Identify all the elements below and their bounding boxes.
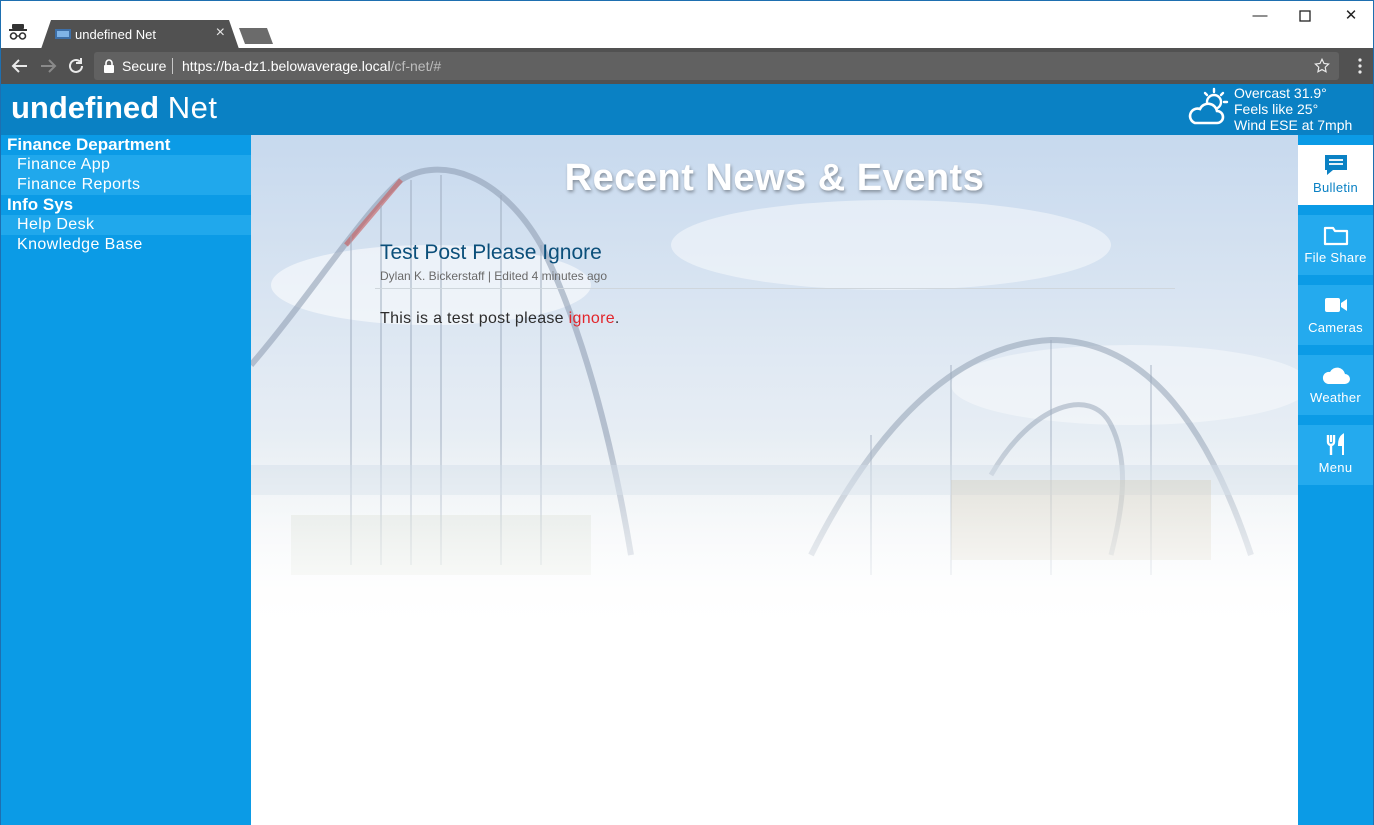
new-tab-button[interactable] — [239, 28, 273, 44]
url-host: https://ba-dz1.belowaverage.local — [182, 58, 391, 74]
post-body: This is a test post please ignore. — [380, 310, 1175, 328]
weather-condition: Overcast 31.9° — [1234, 85, 1327, 101]
post-divider — [375, 288, 1175, 289]
sidebar-item-finance-app[interactable]: Finance App — [1, 155, 251, 175]
comment-icon — [1324, 155, 1347, 175]
brand-light: Net — [167, 90, 218, 125]
news-post: Test Post Please Ignore Dylan K. Bickers… — [375, 241, 1175, 328]
browser-toolbar: Secure https://ba-dz1.belowaverage.local… — [0, 48, 1374, 84]
tab-close-icon[interactable]: × — [216, 24, 225, 42]
forward-arrow-icon[interactable] — [36, 54, 60, 78]
cloud-icon — [1322, 367, 1350, 384]
sidebar-item-knowledge-base[interactable]: Knowledge Base — [1, 235, 251, 255]
weather-wind: Wind ESE at 7mph — [1234, 117, 1353, 133]
maximize-icon — [1299, 10, 1311, 22]
site-favicon-icon — [55, 29, 71, 39]
sidebar-heading-finance: Finance Department — [7, 135, 171, 154]
sidebar-heading-info-sys: Info Sys — [7, 195, 74, 214]
maximize-button[interactable] — [1282, 5, 1328, 29]
post-body-end: . — [614, 310, 620, 327]
page-title: Recent News & Events — [564, 157, 985, 199]
post-title[interactable]: Test Post Please Ignore — [380, 241, 1175, 265]
brand-bold: undefined — [11, 90, 160, 125]
rail-label-weather: Weather — [1310, 390, 1361, 405]
rail-label-cameras: Cameras — [1308, 320, 1363, 335]
main-content: Recent News & Events Test Post Please Ig… — [251, 135, 1298, 825]
post-meta: Dylan K. Bickerstaff | Edited 4 minutes … — [380, 269, 608, 283]
browser-menu-icon[interactable] — [1357, 57, 1363, 75]
app-header: undefined Net Overcast 31.9° Feels like … — [0, 84, 1374, 135]
weather-feels-like: Feels like 25° — [1234, 101, 1319, 117]
sidebar: Finance Department Finance App Finance R… — [0, 135, 251, 825]
rail-button-bulletin[interactable]: Bulletin — [1298, 145, 1373, 205]
rail-label-menu: Menu — [1318, 460, 1353, 475]
browser-tab[interactable]: undefined Net × — [41, 20, 239, 49]
sidebar-item-help-desk[interactable]: Help Desk — [1, 215, 251, 235]
url-text[interactable]: https://ba-dz1.belowaverage.local/cf-net… — [182, 58, 441, 74]
weather-summary: Overcast 31.9° Feels like 25° Wind ESE a… — [1234, 85, 1352, 133]
rollercoaster-background-image — [251, 135, 1298, 635]
back-arrow-icon[interactable] — [8, 54, 32, 78]
rail-button-menu[interactable]: Menu — [1298, 425, 1373, 485]
video-camera-icon — [1324, 298, 1347, 312]
folder-icon — [1323, 226, 1348, 246]
close-window-button[interactable]: ✕ — [1328, 5, 1374, 29]
browser-tabstrip: undefined Net × — ✕ — [0, 0, 1374, 49]
reload-icon[interactable] — [64, 54, 88, 78]
post-body-text: This is a test post please — [380, 310, 569, 327]
secure-label: Secure — [122, 58, 167, 74]
rail-button-file-share[interactable]: File Share — [1298, 215, 1373, 275]
rail-button-cameras[interactable]: Cameras — [1298, 285, 1373, 345]
fork-knife-icon — [1326, 433, 1344, 455]
site-logo[interactable]: undefined Net — [11, 90, 217, 126]
address-separator — [172, 58, 173, 74]
sidebar-group-finance: Finance Department Finance App Finance R… — [1, 135, 251, 195]
partly-cloudy-icon — [1188, 87, 1229, 125]
rail-button-weather[interactable]: Weather — [1298, 355, 1373, 415]
rail-label-file-share: File Share — [1304, 250, 1367, 265]
sidebar-group-info-sys: Info Sys Help Desk Knowledge Base — [1, 195, 251, 255]
lock-icon — [104, 59, 114, 73]
url-path: /cf-net/# — [390, 58, 442, 74]
incognito-icon — [9, 24, 27, 40]
minimize-button[interactable]: — — [1237, 5, 1283, 29]
address-bar[interactable]: Secure https://ba-dz1.belowaverage.local… — [94, 52, 1339, 80]
rail-label-bulletin: Bulletin — [1312, 180, 1359, 195]
bookmark-star-icon[interactable] — [1313, 57, 1331, 75]
post-body-highlight: ignore — [568, 310, 615, 327]
sidebar-item-finance-reports[interactable]: Finance Reports — [1, 175, 251, 195]
right-rail: Bulletin File Share Cameras Weather Menu — [1298, 135, 1374, 825]
tab-title: undefined Net — [75, 27, 156, 42]
